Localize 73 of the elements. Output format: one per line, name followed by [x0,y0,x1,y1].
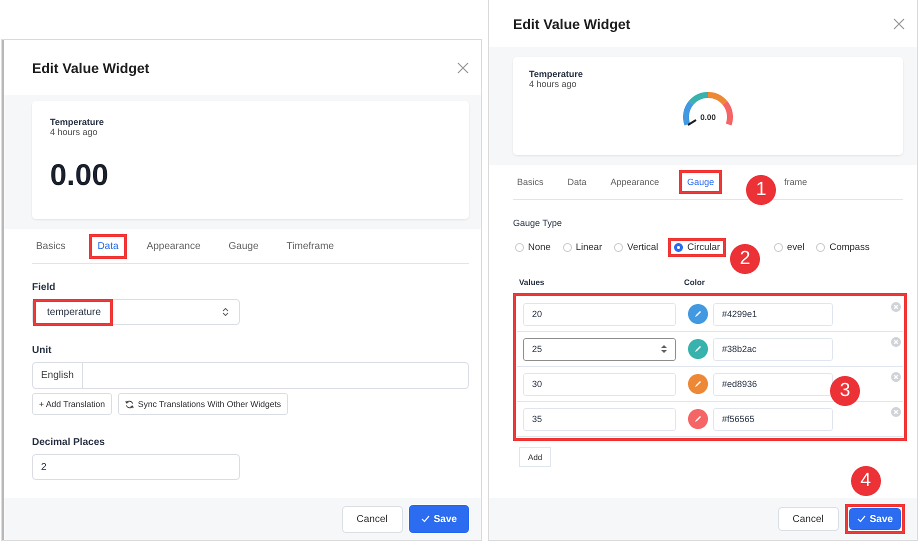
pencil-icon [694,310,702,318]
close-icon[interactable] [457,62,469,74]
color-hex-field[interactable]: #38b2ac [713,338,833,360]
tab[interactable]: Appearance [142,238,205,254]
tab[interactable]: Gauge [224,238,263,254]
color-hex-field[interactable]: #f56565 [713,408,833,430]
save-button[interactable]: Save [848,508,901,530]
tab[interactable]: Data [93,238,123,254]
gauge-type-label: Gauge Type [513,218,562,228]
gauge-drawing [683,92,733,126]
close-icon[interactable] [893,18,905,30]
add-translation-button[interactable]: + Add Translation [32,393,112,415]
spinner-icon [661,345,667,353]
remove-icon[interactable] [891,407,901,417]
save-button[interactable]: Save [408,505,469,533]
color-hex-field[interactable]: #ed8936 [713,372,833,396]
widget-value: 0.00 [50,159,108,193]
tab[interactable]: Timeframe [282,238,338,254]
color-swatch[interactable] [688,304,708,324]
chevron-updown-icon [222,307,229,317]
pencil-icon [694,345,702,353]
widget-name: Temperature [529,69,583,79]
annotation-badge: 4 [850,466,881,496]
widget-name: Temperature [50,117,104,127]
remove-icon[interactable] [891,337,901,347]
check-icon [420,515,430,523]
color-swatch[interactable] [688,374,708,394]
tab[interactable]: frame [780,174,812,190]
sync-translations-button[interactable]: Sync Translations With Other Widgets [118,393,288,415]
threshold-value-field[interactable]: 25 [523,338,676,360]
unit-label: Unit [32,345,52,356]
tab[interactable]: Basics [32,238,70,254]
values-header: Values [519,278,546,287]
cancel-button[interactable]: Cancel [778,507,839,531]
widget-time: 4 hours ago [50,127,98,137]
annotation-badge: 1 [746,175,776,205]
unit-field[interactable]: English [32,362,469,389]
gauge-type-radio[interactable]: evel [772,242,806,252]
tab[interactable]: Data [564,174,591,190]
gauge-type-radio[interactable]: Vertical [612,242,660,252]
gauge-type-radio[interactable]: Circular [672,242,722,252]
color-swatch[interactable] [688,409,708,429]
remove-icon[interactable] [891,302,901,312]
check-icon [856,515,866,523]
threshold-value-field[interactable]: 35 [523,408,676,430]
decimal-places-field[interactable]: 2 [32,454,240,480]
widget-time: 4 hours ago [529,79,577,89]
tab[interactable]: Gauge [683,174,718,190]
gauge-value: 0.00 [700,113,716,122]
gauge-type-radio[interactable]: Linear [560,242,604,252]
threshold-value-field[interactable]: 20 [523,302,676,326]
pencil-icon [694,415,702,423]
color-swatch[interactable] [688,339,708,359]
cancel-button[interactable]: Cancel [342,506,403,532]
highlight-frame: temperature [33,298,113,326]
refresh-icon [124,400,134,408]
dialog-title: Edit Value Widget [32,60,150,76]
field-select[interactable]: temperature [32,299,240,325]
tab[interactable]: Appearance [606,174,664,190]
gauge-type-radio[interactable]: None [513,242,553,252]
color-header: Color [684,278,705,287]
threshold-value-field[interactable]: 30 [523,372,676,396]
pencil-icon [694,380,702,388]
dialog-title: Edit Value Widget [513,16,630,32]
annotation-badge: 2 [730,244,760,274]
tab[interactable]: Basics [513,174,548,190]
decimal-places-label: Decimal Places [32,437,105,448]
color-hex-field[interactable]: #4299e1 [713,302,833,326]
add-button[interactable]: Add [519,447,552,467]
annotation-badge: 3 [830,376,860,406]
field-label: Field [32,282,56,293]
remove-icon[interactable] [891,372,901,382]
gauge-type-radio[interactable]: Compass [814,242,872,252]
